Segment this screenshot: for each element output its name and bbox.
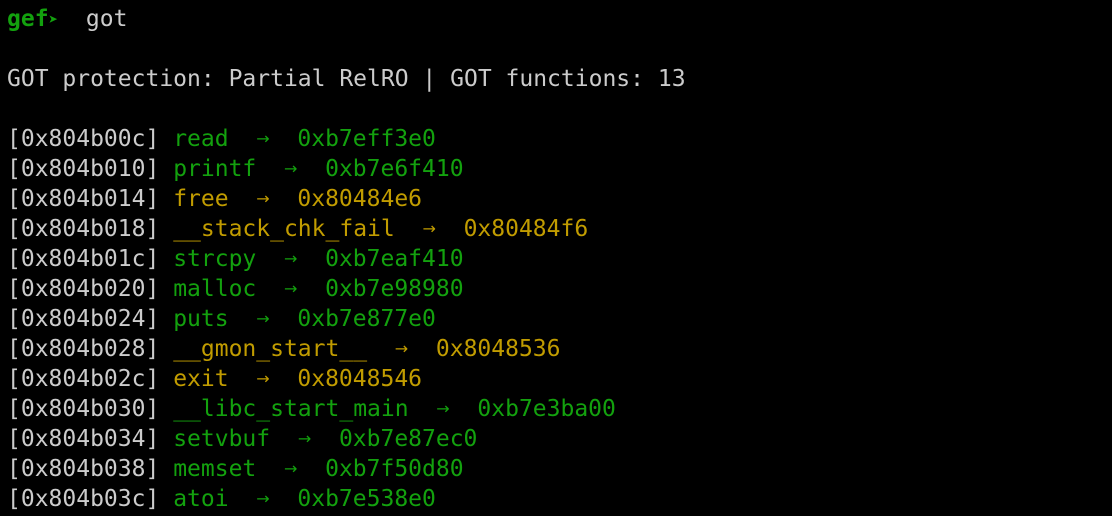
got-entry-function: atoi: [173, 486, 229, 512]
got-entry-function: __libc_start_main: [173, 396, 409, 422]
got-entry-target: 0xb7eaf410: [325, 246, 464, 272]
got-entry: [0x804b024] puts → 0xb7e877e0: [7, 304, 1112, 334]
got-entry-list: [0x804b00c] read → 0xb7eff3e0 [0x804b010]…: [7, 124, 1112, 514]
right-arrow-icon: →: [256, 129, 270, 148]
got-entry-function: strcpy: [173, 246, 257, 272]
got-entry-target: 0xb7e6f410: [325, 156, 464, 182]
got-entry-address: [0x804b018]: [7, 216, 160, 242]
functions-label: GOT functions:: [450, 66, 658, 92]
got-entry-address: [0x804b020]: [7, 276, 160, 302]
got-entry-function: exit: [173, 366, 229, 392]
functions-count: 13: [657, 66, 686, 92]
got-entry-address: [0x804b02c]: [7, 366, 160, 392]
got-entry-address: [0x804b030]: [7, 396, 160, 422]
got-entry: [0x804b034] setvbuf → 0xb7e87ec0: [7, 424, 1112, 454]
prompt-name: gef: [7, 6, 49, 32]
right-arrow-icon: →: [436, 399, 450, 418]
right-arrow-icon: →: [283, 279, 298, 298]
got-entry-target: 0x80484f6: [463, 216, 589, 242]
got-entry-function: free: [173, 186, 229, 212]
right-arrow-icon: →: [297, 429, 312, 448]
got-entry-target: 0x80484e6: [297, 186, 423, 212]
got-entry: [0x804b014] free → 0x80484e6: [7, 184, 1112, 214]
got-entry: [0x804b020] malloc → 0xb7e98980: [7, 274, 1112, 304]
right-arrow-icon: →: [283, 459, 298, 478]
prompt-arrow-icon: ➤: [48, 10, 59, 29]
got-entry-address: [0x804b028]: [7, 336, 160, 362]
got-header: GOT protection: Partial RelRO | GOT func…: [7, 64, 1112, 94]
terminal-window[interactable]: gef➤ got GOT protection: Partial RelRO |…: [0, 0, 1112, 516]
got-entry-target: 0xb7e3ba00: [477, 396, 616, 422]
got-entry-address: [0x804b00c]: [7, 126, 160, 152]
got-entry-address: [0x804b024]: [7, 306, 160, 332]
right-arrow-icon: →: [256, 489, 270, 508]
right-arrow-icon: →: [283, 159, 298, 178]
got-entry: [0x804b00c] read → 0xb7eff3e0: [7, 124, 1112, 154]
got-entry-function: printf: [173, 156, 257, 182]
got-entry-address: [0x804b034]: [7, 426, 160, 452]
prompt-line: gef➤ got: [7, 4, 1112, 34]
got-entry-target: 0xb7eff3e0: [297, 126, 436, 152]
got-entry-target: 0xb7e877e0: [297, 306, 436, 332]
got-entry-target: 0xb7e87ec0: [338, 426, 478, 452]
got-entry-target: 0x8048546: [297, 366, 423, 392]
protection-value: Partial RelRO: [228, 66, 409, 92]
got-entry-target: 0xb7e538e0: [297, 486, 436, 512]
got-entry-target: 0xb7f50d80: [325, 456, 464, 482]
got-entry-address: [0x804b01c]: [7, 246, 160, 272]
right-arrow-icon: →: [256, 369, 270, 388]
header-separator: |: [408, 66, 451, 92]
got-entry-address: [0x804b014]: [7, 186, 160, 212]
got-entry-address: [0x804b010]: [7, 156, 160, 182]
got-entry-address: [0x804b038]: [7, 456, 160, 482]
got-entry: [0x804b03c] atoi → 0xb7e538e0: [7, 484, 1112, 514]
got-entry: [0x804b028] __gmon_start__ → 0x8048536: [7, 334, 1112, 364]
got-entry-function: setvbuf: [173, 426, 271, 452]
got-entry-function: memset: [173, 456, 257, 482]
command-text: got: [85, 6, 128, 32]
right-arrow-icon: →: [256, 309, 270, 328]
right-arrow-icon: →: [283, 249, 298, 268]
got-entry: [0x804b038] memset → 0xb7f50d80: [7, 454, 1112, 484]
got-entry-target: 0xb7e98980: [325, 276, 464, 302]
right-arrow-icon: →: [422, 219, 436, 238]
got-entry-address: [0x804b03c]: [7, 486, 160, 512]
right-arrow-icon: →: [256, 189, 270, 208]
got-entry-function: __stack_chk_fail: [173, 216, 395, 242]
protection-label: GOT protection:: [7, 66, 229, 92]
got-entry-function: puts: [173, 306, 229, 332]
got-entry-function: read: [173, 126, 229, 152]
got-entry-function: __gmon_start__: [173, 336, 368, 362]
right-arrow-icon: →: [394, 339, 409, 358]
got-entry-function: malloc: [173, 276, 257, 302]
got-entry: [0x804b030] __libc_start_main → 0xb7e3ba…: [7, 394, 1112, 424]
got-entry: [0x804b010] printf → 0xb7e6f410: [7, 154, 1112, 184]
got-entry-target: 0x8048536: [435, 336, 561, 362]
got-entry: [0x804b01c] strcpy → 0xb7eaf410: [7, 244, 1112, 274]
got-entry: [0x804b02c] exit → 0x8048546: [7, 364, 1112, 394]
got-entry: [0x804b018] __stack_chk_fail → 0x80484f6: [7, 214, 1112, 244]
